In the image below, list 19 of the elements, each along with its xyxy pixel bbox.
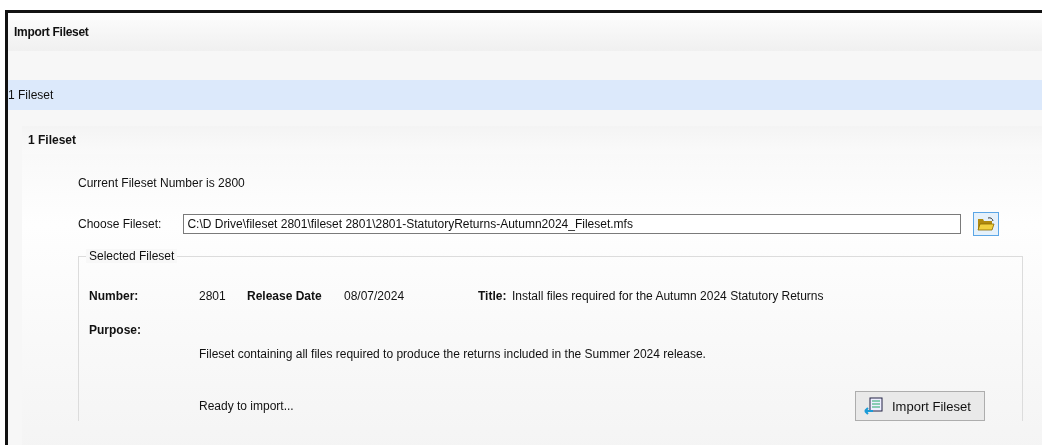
title-value: Install files required for the Autumn 2024 Statutory Returns (512, 289, 824, 303)
release-date-label: Release Date (247, 289, 323, 303)
breadcrumb-bar: 1 Fileset (8, 80, 1042, 110)
import-icon (864, 397, 884, 415)
browse-folder-button[interactable] (973, 212, 1000, 236)
purpose-text: Fileset containing all files required to produce the returns included in the Summer 2024 release. (199, 347, 706, 361)
folder-icon (977, 216, 996, 232)
fileset-path-field[interactable]: C:\D Drive\fileset 2801\fileset 2801\2801-StatutoryReturns-Autumn2024_Fileset.mfs (183, 214, 962, 234)
number-value: 2801 (199, 289, 227, 303)
group-legend: Selected Fileset (86, 249, 178, 263)
status-text: Ready to import... (199, 399, 294, 413)
number-label: Number: (89, 289, 140, 303)
choose-fileset-label: Choose Fileset: (78, 217, 162, 231)
window-title: Import Fileset (8, 13, 1042, 51)
import-fileset-button[interactable]: Import Fileset (855, 391, 985, 421)
release-date-value: 08/07/2024 (344, 289, 406, 303)
title-label: Title: (478, 289, 508, 303)
current-fileset-text: Current Fileset Number is 2800 (78, 176, 246, 190)
purpose-label: Purpose: (89, 323, 141, 337)
